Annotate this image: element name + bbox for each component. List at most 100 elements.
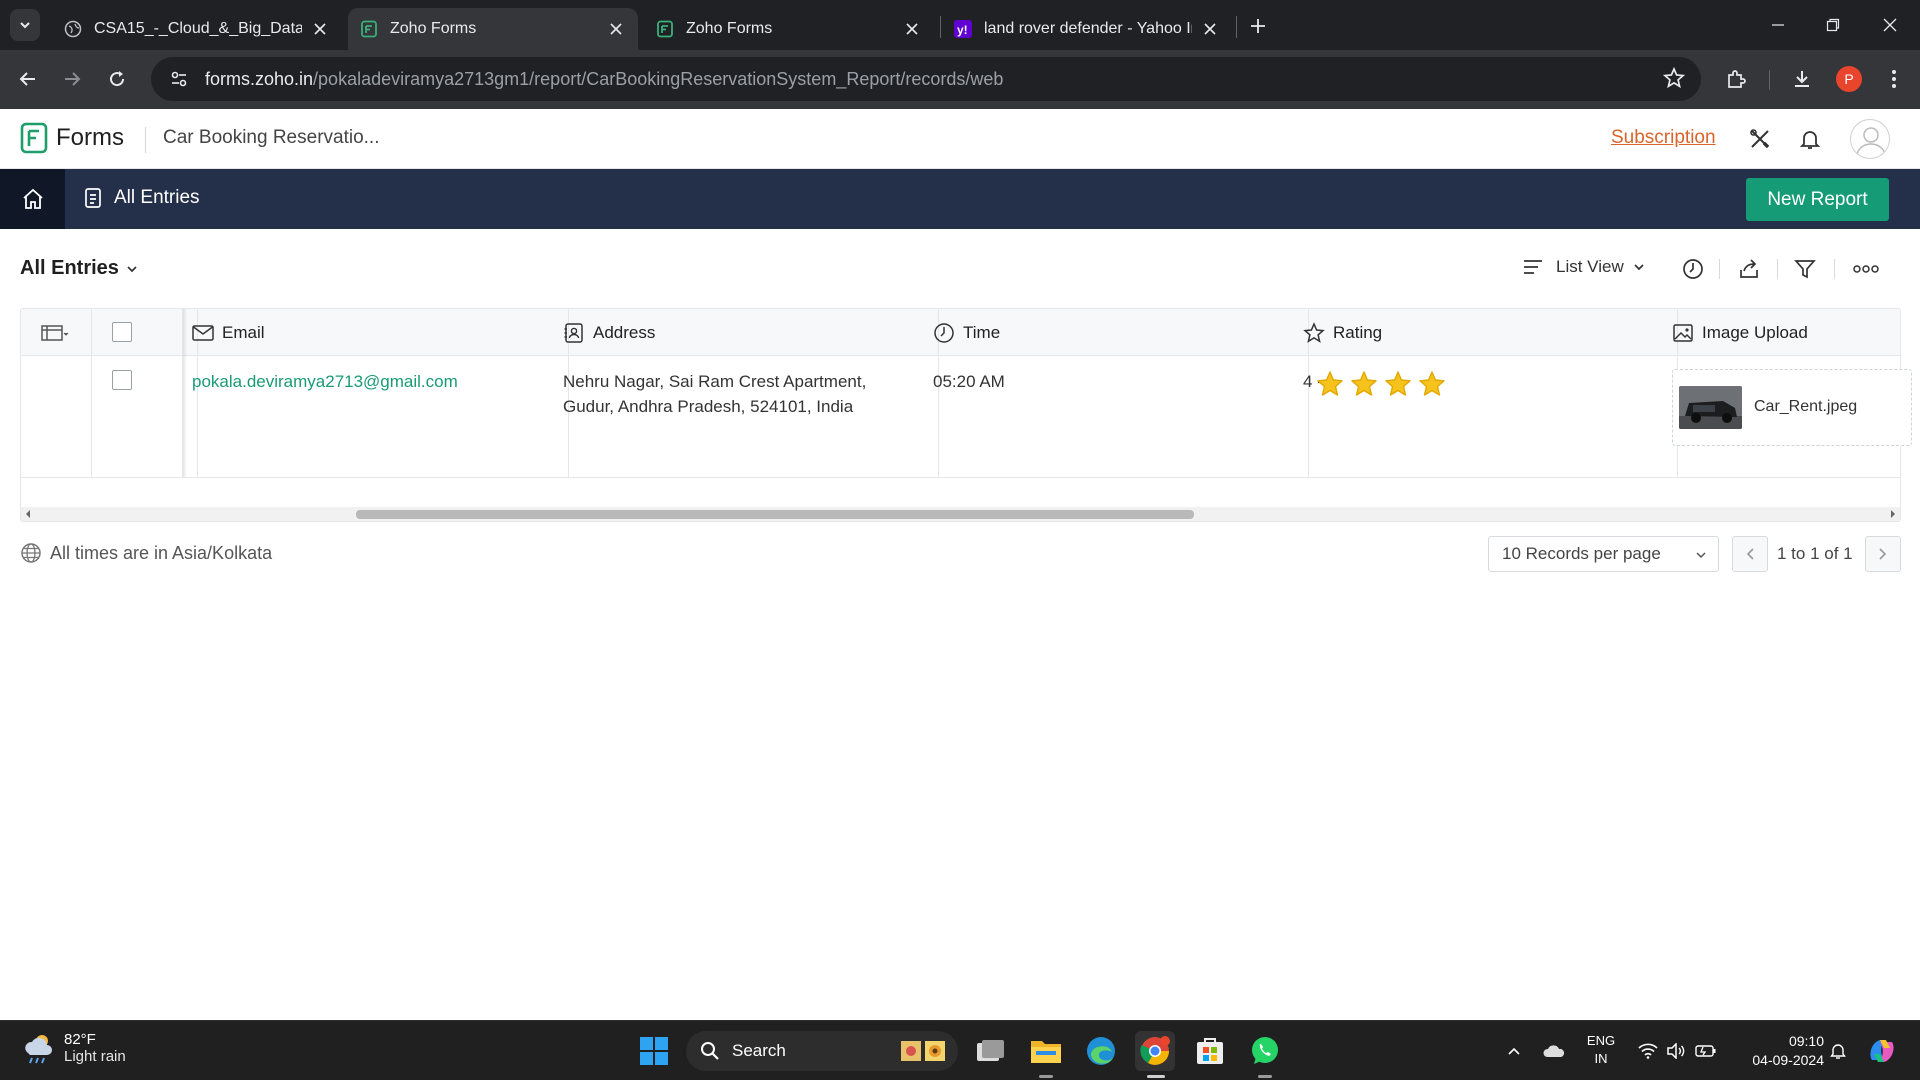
weather-widget[interactable]: 82°F Light rain: [20, 1031, 126, 1065]
toolbar-divider: [1769, 70, 1770, 90]
whatsapp-button[interactable]: [1245, 1031, 1285, 1071]
show-hidden-icons[interactable]: [1502, 1021, 1526, 1080]
column-config-icon: [41, 324, 69, 341]
chevron-left-icon: [1746, 548, 1754, 560]
restore-button[interactable]: [1813, 10, 1853, 40]
scroll-right-icon[interactable]: [1888, 509, 1898, 519]
bookmark-star-icon[interactable]: [1663, 67, 1685, 89]
select-all-checkbox[interactable]: [112, 322, 132, 342]
browser-tab-1[interactable]: CSA15_-_Cloud_&_Big_Data_Lab: [52, 8, 342, 50]
filter-button[interactable]: [1791, 255, 1819, 283]
close-icon[interactable]: [1200, 19, 1220, 39]
tab-title: CSA15_-_Cloud_&_Big_Data_Lab: [94, 20, 302, 37]
close-icon[interactable]: [310, 19, 330, 39]
address-bar[interactable]: forms.zoho.in/pokaladeviramya2713gm1/rep…: [151, 57, 1701, 101]
home-button[interactable]: [0, 169, 65, 229]
report-title-dropdown[interactable]: All Entries: [20, 257, 139, 280]
view-switcher[interactable]: List View: [1522, 257, 1646, 277]
all-entries-nav[interactable]: All Entries: [84, 187, 200, 209]
share-button[interactable]: [1735, 255, 1763, 283]
file-explorer-button[interactable]: [1026, 1031, 1066, 1071]
history-button[interactable]: [1679, 255, 1707, 283]
header-email[interactable]: Email: [192, 309, 265, 356]
volume-icon[interactable]: [1664, 1021, 1688, 1080]
user-avatar[interactable]: [1850, 119, 1890, 159]
share-icon: [1740, 259, 1758, 278]
yahoo-icon: y!: [954, 20, 972, 38]
contact-card-icon: [564, 322, 583, 343]
form-title[interactable]: Car Booking Reservatio...: [163, 127, 380, 149]
row-checkbox[interactable]: [112, 370, 132, 390]
bell-icon: [1799, 131, 1821, 149]
header-address[interactable]: Address: [563, 309, 655, 356]
forward-button[interactable]: [56, 63, 88, 95]
windows-taskbar: 82°F Light rain Search ENG IN 09:10 04-0…: [0, 1020, 1920, 1080]
browser-menu-button[interactable]: [1878, 63, 1910, 95]
browser-tab-2[interactable]: Zoho Forms: [348, 8, 638, 50]
profile-avatar[interactable]: P: [1836, 66, 1862, 92]
windows-logo-icon: [640, 1037, 668, 1065]
onedrive-icon[interactable]: [1540, 1021, 1568, 1080]
running-indicator: [1147, 1075, 1165, 1078]
previous-page-button[interactable]: [1732, 536, 1768, 572]
site-settings-icon[interactable]: [161, 69, 197, 89]
scroll-left-icon[interactable]: [23, 509, 33, 519]
horizontal-scrollbar[interactable]: [21, 507, 1900, 521]
tab-search-button[interactable]: [10, 9, 40, 41]
email-cell[interactable]: pokala.deviramya2713@gmail.com: [192, 369, 458, 394]
report-title: All Entries: [20, 257, 119, 279]
header-divider: [145, 127, 146, 153]
wifi-icon[interactable]: [1636, 1021, 1660, 1080]
more-options-button[interactable]: [1852, 255, 1880, 283]
window-close-button[interactable]: [1870, 10, 1910, 40]
search-highlight-icon: [901, 1041, 945, 1061]
downloads-button[interactable]: [1786, 63, 1818, 95]
subscription-link[interactable]: Subscription: [1611, 127, 1716, 149]
reload-button[interactable]: [101, 63, 133, 95]
action-divider: [1834, 259, 1835, 279]
edge-button[interactable]: [1081, 1031, 1121, 1071]
zoho-forms-logo-icon: [20, 122, 48, 154]
entries-table: Email Address Time Rating Image Upload p…: [20, 308, 1901, 522]
browser-tab-4[interactable]: y! land rover defender - Yahoo India: [942, 8, 1232, 50]
clock-icon: [1683, 259, 1703, 279]
per-page-value: 10 Records per page: [1502, 544, 1661, 563]
language-indicator[interactable]: ENG IN: [1583, 1032, 1619, 1068]
header-rating[interactable]: Rating: [1303, 309, 1382, 356]
notifications-button[interactable]: [1796, 125, 1824, 153]
puzzle-icon: [1728, 70, 1746, 88]
tools-button[interactable]: [1746, 125, 1774, 153]
brand-logo[interactable]: Forms: [20, 122, 124, 154]
chrome-button[interactable]: [1135, 1031, 1175, 1071]
close-icon[interactable]: [606, 19, 626, 39]
task-view-button[interactable]: [971, 1031, 1011, 1071]
system-clock[interactable]: 09:10 04-09-2024: [1734, 1032, 1824, 1070]
notification-center-icon[interactable]: [1826, 1021, 1850, 1080]
car-thumbnail[interactable]: [1679, 386, 1742, 429]
battery-icon[interactable]: [1693, 1021, 1719, 1080]
header-time[interactable]: Time: [933, 309, 1000, 356]
new-report-button[interactable]: New Report: [1746, 178, 1889, 221]
scrollbar-thumb[interactable]: [356, 510, 1194, 519]
clock-date: 04-09-2024: [1752, 1052, 1824, 1068]
back-button[interactable]: [12, 63, 44, 95]
browser-tab-3[interactable]: Zoho Forms: [644, 8, 934, 50]
minimize-button[interactable]: [1758, 10, 1798, 40]
header-image-upload[interactable]: Image Upload: [1672, 309, 1808, 356]
copilot-icon[interactable]: [1862, 1021, 1902, 1080]
records-per-page-select[interactable]: 10 Records per page: [1488, 536, 1719, 572]
store-button[interactable]: [1190, 1031, 1230, 1071]
chevron-down-icon: [127, 265, 137, 272]
filter-icon: [1794, 260, 1816, 279]
column-settings-button[interactable]: [41, 309, 69, 356]
taskbar-search[interactable]: Search: [686, 1031, 958, 1071]
start-button[interactable]: [634, 1031, 674, 1071]
next-page-button[interactable]: [1865, 536, 1901, 572]
region-code: IN: [1594, 1051, 1608, 1066]
plus-icon: [1251, 19, 1265, 33]
kebab-menu-icon: [1892, 70, 1896, 88]
close-icon[interactable]: [902, 19, 922, 39]
extensions-button[interactable]: [1720, 63, 1752, 95]
image-upload-file[interactable]: Car_Rent.jpeg: [1672, 369, 1912, 446]
new-tab-button[interactable]: [1244, 12, 1272, 40]
